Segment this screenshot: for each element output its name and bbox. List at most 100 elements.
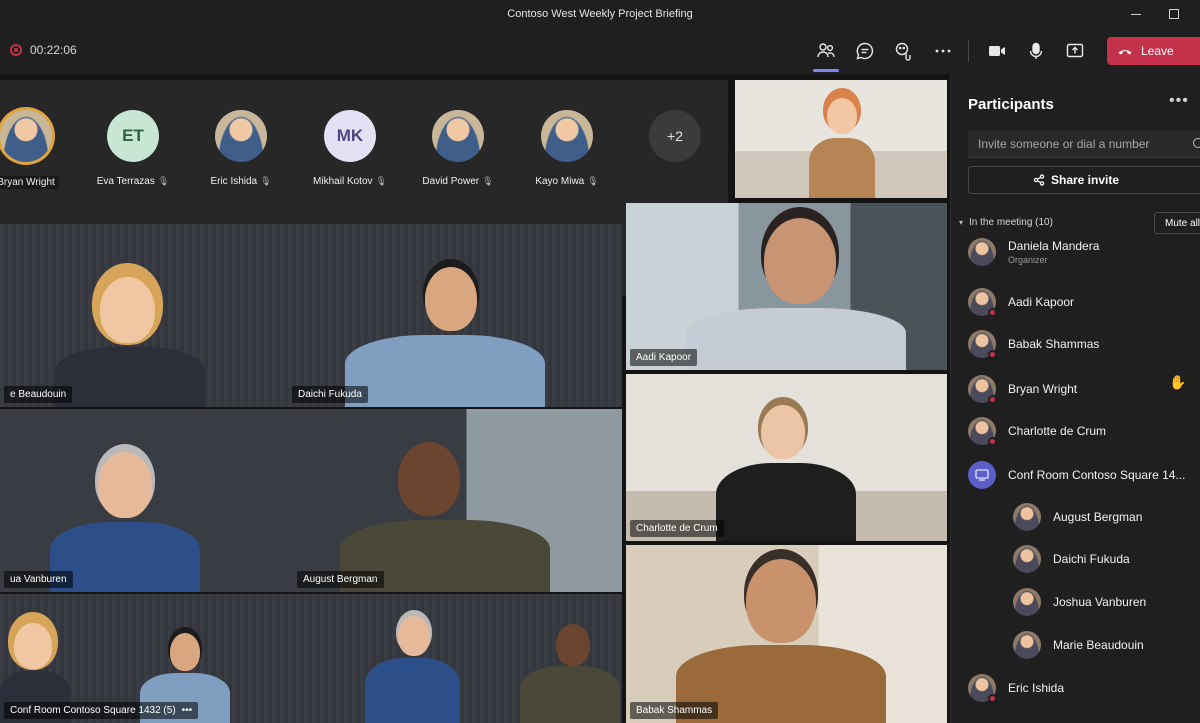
participant-item[interactable]: Daichi Fukuda	[1013, 544, 1130, 574]
participant-figure	[365, 608, 460, 723]
tile-label: Charlotte de Crum	[630, 520, 724, 537]
video-tile[interactable]: Aadi Kapoor	[626, 203, 947, 370]
people-icon[interactable]	[815, 40, 837, 62]
panel-more-icon[interactable]: •••	[1169, 92, 1189, 110]
microphone-icon[interactable]	[1025, 40, 1047, 62]
chat-icon[interactable]	[854, 40, 876, 62]
meeting-timer: 00:22:06	[30, 43, 77, 57]
video-tile[interactable]: Conf Room Contoso Square 1432 (5) •••	[0, 594, 622, 723]
participant-figure	[807, 88, 877, 198]
meeting-toolbar: 00:22:06 Leave	[0, 28, 1200, 74]
presence-badge	[988, 308, 997, 317]
roster-name: Eva Terrazas	[96, 176, 155, 187]
more-options-icon[interactable]	[932, 40, 954, 62]
overflow-count: +2	[649, 110, 701, 162]
participant-item[interactable]: Babak Shammas	[968, 329, 1099, 359]
tile-label-text: Conf Room Contoso Square 1432 (5)	[10, 705, 176, 716]
roster-person[interactable]: Eric Ishida 🎙	[201, 110, 281, 187]
avatar	[1013, 503, 1041, 531]
camera-icon[interactable]	[986, 40, 1008, 62]
recording-icon	[10, 44, 22, 56]
avatar: ET	[107, 110, 159, 162]
roster-name: Mikhail Kotov	[313, 176, 373, 187]
mic-off-icon: 🎙	[587, 176, 599, 186]
window-title: Contoso West Weekly Project Briefing	[507, 8, 693, 20]
avatar	[968, 674, 997, 703]
roster-person[interactable]: David Power 🎙	[418, 110, 498, 187]
roster-overflow[interactable]: +2	[635, 110, 715, 162]
participant-figure	[50, 442, 200, 592]
participant-name: Joshua Vanburen	[1053, 595, 1147, 609]
tile-label: Daichi Fukuda	[292, 386, 368, 403]
roster-name-row: David Power 🎙	[418, 176, 498, 187]
in-meeting-label: In the meeting (10)	[969, 217, 1053, 228]
participant-figure	[345, 247, 545, 407]
roster-person[interactable]: Kayo Miwa 🎙	[527, 110, 607, 187]
participant-item[interactable]: Aadi Kapoor	[968, 287, 1074, 317]
minimize-icon[interactable]	[1128, 6, 1144, 22]
tile-label: August Bergman	[297, 571, 384, 588]
avatar	[968, 288, 997, 317]
tile-more-icon[interactable]: •••	[182, 705, 193, 716]
leave-button[interactable]: Leave	[1107, 37, 1200, 65]
avatar	[968, 417, 997, 446]
roster-name-row: Eva Terrazas 🎙	[93, 176, 173, 187]
avatar	[1013, 588, 1041, 616]
mic-off-icon: 🎙	[375, 176, 387, 186]
video-tile[interactable]: e Beaudouin Daichi Fukuda	[0, 224, 622, 407]
avatar	[968, 330, 997, 359]
title-bar: Contoso West Weekly Project Briefing	[0, 0, 1200, 28]
participant-item[interactable]: Charlotte de Crum	[968, 416, 1106, 446]
roster-person[interactable]: Bryan Wright	[0, 110, 66, 190]
roster-person[interactable]: MK Mikhail Kotov 🎙	[310, 110, 390, 187]
share-invite-button[interactable]: Share invite	[968, 166, 1200, 194]
video-tile[interactable]: Charlotte de Crum	[626, 374, 947, 541]
tile-label: ua Vanburen	[4, 571, 73, 588]
participant-item[interactable]: Marie Beaudouin	[1013, 630, 1144, 660]
participant-figure	[520, 618, 620, 723]
reactions-icon[interactable]	[893, 40, 915, 62]
video-tile[interactable]	[735, 80, 947, 198]
video-tile[interactable]: Babak Shammas	[626, 545, 947, 723]
video-stage: Bryan Wright ET Eva Terrazas 🎙 Eric Ishid…	[0, 74, 950, 723]
roster-name-row: Mikhail Kotov 🎙	[310, 176, 390, 187]
panel-title: Participants	[968, 96, 1054, 113]
participant-name: Daniela Mandera	[1008, 239, 1100, 253]
participant-item[interactable]: Bryan Wright	[968, 374, 1077, 404]
participant-item-room[interactable]: Conf Room Contoso Square 14...	[968, 460, 1185, 490]
raised-hand-icon: ✋	[1169, 374, 1187, 390]
participant-name: Marie Beaudouin	[1053, 638, 1144, 652]
participant-item[interactable]: Daniela Mandera Organizer	[968, 237, 1099, 267]
in-meeting-header[interactable]: ▾ In the meeting (10)	[959, 217, 1053, 228]
invite-input[interactable]	[968, 130, 1200, 158]
participant-text: Daniela Mandera Organizer	[1008, 239, 1099, 265]
active-tab-indicator	[813, 69, 839, 72]
presence-badge	[988, 694, 997, 703]
mute-all-button[interactable]: Mute all	[1154, 212, 1200, 234]
video-tile[interactable]: ua Vanburen August Bergman	[0, 409, 622, 592]
participant-figure	[340, 432, 550, 592]
tile-label: e Beaudouin	[4, 386, 73, 403]
participant-name: August Bergman	[1053, 510, 1143, 524]
participant-figure	[676, 553, 886, 723]
maximize-icon[interactable]	[1166, 6, 1182, 22]
presence-badge	[988, 350, 997, 359]
share-invite-label: Share invite	[1050, 173, 1120, 187]
avatar: MK	[324, 110, 376, 162]
participant-name: Charlotte de Crum	[1008, 424, 1107, 438]
search-icon	[1193, 138, 1200, 148]
avatar	[968, 375, 997, 404]
tile-label: Babak Shammas	[630, 702, 719, 719]
participant-item[interactable]: August Bergman	[1013, 502, 1142, 532]
participant-item[interactable]: Joshua Vanburen	[1013, 587, 1146, 617]
conf-room-label[interactable]: Conf Room Contoso Square 1432 (5) •••	[4, 702, 199, 719]
roster-person[interactable]: ET Eva Terrazas 🎙	[93, 110, 173, 187]
share-screen-icon[interactable]	[1064, 40, 1086, 62]
participant-item[interactable]: Eric Ishida	[968, 673, 1064, 703]
roster-name-row: Eric Ishida 🎙	[201, 176, 281, 187]
avatar	[541, 110, 593, 162]
toolbar-divider	[968, 40, 969, 62]
presence-badge	[988, 437, 997, 446]
mic-off-icon: 🎙	[482, 176, 494, 186]
participants-panel: Participants ••• Share invite ▾ In the m…	[950, 74, 1200, 723]
